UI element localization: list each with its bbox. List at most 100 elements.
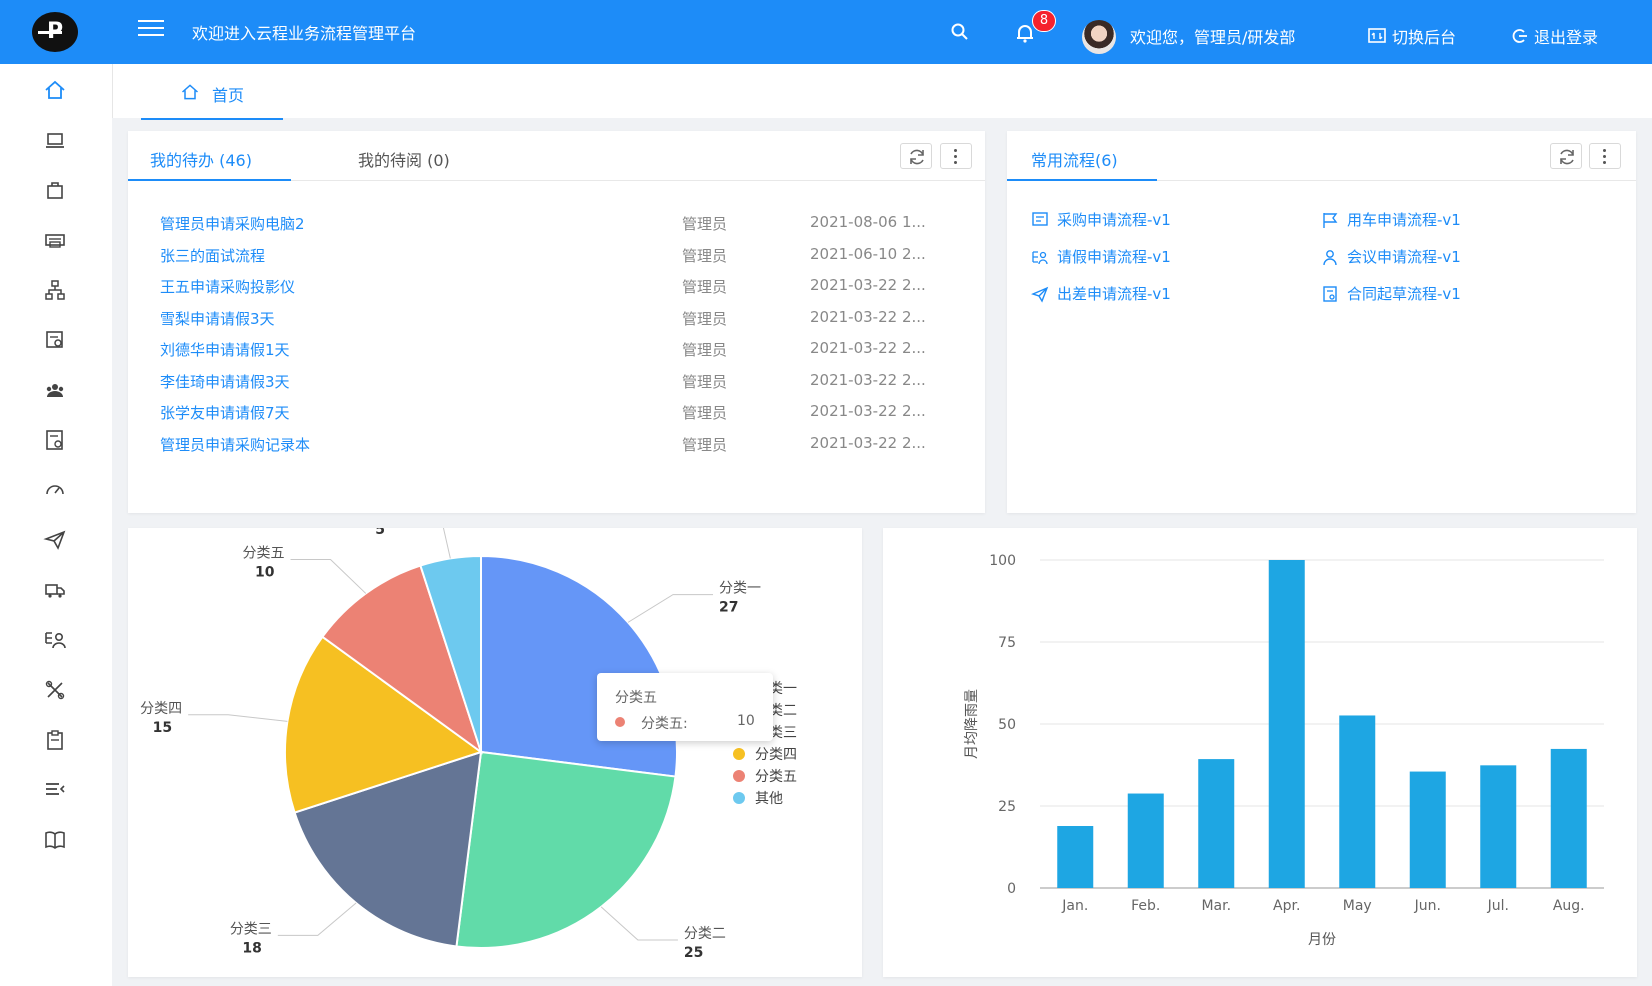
y-tick-label: 100 bbox=[989, 553, 1016, 569]
pie-label-value: 10 bbox=[255, 564, 275, 580]
bar-chart-card: 0 25 50 75 100 Jan. Feb. Mar. Apr. May Jun. Jul. Aug… bbox=[883, 528, 1637, 977]
logout-icon bbox=[1512, 29, 1527, 43]
paper-plane-icon[interactable] bbox=[43, 528, 67, 552]
pie-label-name: 分类一 bbox=[719, 581, 761, 597]
todo-date: 2021-08-06 1... bbox=[810, 213, 926, 231]
form-icon[interactable] bbox=[43, 428, 67, 452]
todo-row[interactable]: 刘德华申请请假1天 管理员 2021-03-22 2... bbox=[160, 339, 940, 369]
bar[interactable] bbox=[1550, 748, 1587, 888]
todo-title[interactable]: 雪梨申请请假3天 bbox=[160, 308, 275, 329]
flow-item-label: 会议申请流程-v1 bbox=[1347, 248, 1461, 266]
refresh-button[interactable] bbox=[900, 143, 932, 169]
org-chart-icon[interactable] bbox=[43, 278, 67, 302]
flows-tabs: 常用流程(6) bbox=[1007, 131, 1636, 181]
flow-item-label: 采购申请流程-v1 bbox=[1057, 211, 1171, 229]
puzzle-icon[interactable] bbox=[43, 678, 67, 702]
legend-marker[interactable] bbox=[733, 770, 745, 782]
search-icon[interactable] bbox=[950, 22, 970, 42]
printer-icon[interactable] bbox=[43, 228, 67, 252]
todo-user: 管理员 bbox=[682, 435, 728, 454]
todo-title[interactable]: 管理员申请采购记录本 bbox=[160, 434, 310, 455]
legend-label[interactable]: 分类四 bbox=[755, 747, 797, 763]
logout-label: 退出登录 bbox=[1534, 28, 1599, 47]
menu-toggle-icon[interactable] bbox=[138, 18, 166, 42]
bar[interactable] bbox=[1339, 715, 1376, 888]
todo-row[interactable]: 张学友申请请假7天 管理员 2021-03-22 2... bbox=[160, 402, 940, 432]
tab-my-read[interactable]: 我的待阅 (0) bbox=[358, 147, 450, 171]
bar[interactable] bbox=[1480, 765, 1517, 888]
bar[interactable] bbox=[1268, 560, 1305, 888]
flow-item-contract[interactable]: 合同起草流程-v1 bbox=[1321, 283, 1461, 304]
todo-card: 我的待办 (46) 我的待阅 (0) 管理员申请采购电脑2 管理员 2021-08-… bbox=[128, 131, 985, 513]
y-tick-label: 25 bbox=[998, 799, 1016, 815]
search-doc-icon[interactable] bbox=[43, 328, 67, 352]
team-icon[interactable] bbox=[43, 378, 67, 402]
todo-row[interactable]: 李佳琦申请请假3天 管理员 2021-03-22 2... bbox=[160, 371, 940, 401]
flows-card: 常用流程(6) 采购申请流程-v1 用车申请流程-v1 请假申请流程-v1 会议… bbox=[1007, 131, 1636, 513]
x-tick-label: Jul. bbox=[1487, 898, 1509, 914]
more-button[interactable] bbox=[1589, 143, 1621, 169]
clipboard-icon[interactable] bbox=[43, 728, 67, 752]
x-tick-label: May bbox=[1343, 898, 1372, 914]
bar[interactable] bbox=[1409, 771, 1446, 888]
pie-label-name: 分类二 bbox=[684, 926, 726, 942]
tab-common-flows[interactable]: 常用流程(6) bbox=[1031, 147, 1118, 171]
todo-title[interactable]: 张学友申请请假7天 bbox=[160, 402, 290, 423]
flow-item-leave[interactable]: 请假申请流程-v1 bbox=[1031, 246, 1171, 267]
laptop-icon[interactable] bbox=[43, 128, 67, 152]
todo-title[interactable]: 管理员申请采购电脑2 bbox=[160, 213, 305, 234]
flow-item-car[interactable]: 用车申请流程-v1 bbox=[1321, 209, 1461, 230]
pie-slice[interactable] bbox=[455, 750, 677, 949]
more-button[interactable] bbox=[940, 143, 972, 169]
more-icon bbox=[954, 149, 958, 165]
bag-icon[interactable] bbox=[43, 178, 67, 202]
legend-label[interactable]: 分类五 bbox=[755, 769, 797, 785]
todo-row[interactable]: 张三的面试流程 管理员 2021-06-10 2... bbox=[160, 245, 940, 275]
truck-icon[interactable] bbox=[43, 578, 67, 602]
dashboard-icon[interactable] bbox=[43, 478, 67, 502]
list-icon[interactable] bbox=[43, 778, 67, 802]
switch-backend-button[interactable]: 切换后台 bbox=[1368, 24, 1456, 48]
flow-item-purchase[interactable]: 采购申请流程-v1 bbox=[1031, 209, 1171, 230]
people-icon[interactable] bbox=[43, 628, 67, 652]
pie-leader-line bbox=[600, 906, 678, 941]
book-icon[interactable] bbox=[43, 828, 67, 852]
home-icon[interactable] bbox=[43, 78, 67, 102]
todo-title[interactable]: 李佳琦申请请假3天 bbox=[160, 371, 290, 392]
x-tick-label: Apr. bbox=[1273, 898, 1300, 914]
tab-home-label: 首页 bbox=[211, 86, 244, 105]
flow-item-travel[interactable]: 出差申请流程-v1 bbox=[1031, 283, 1171, 304]
flow-item-label: 用车申请流程-v1 bbox=[1347, 211, 1461, 229]
todo-title[interactable]: 王五申请采购投影仪 bbox=[160, 276, 295, 297]
tab-active-underline bbox=[1007, 179, 1157, 181]
todo-title[interactable]: 刘德华申请请假1天 bbox=[160, 339, 290, 360]
todo-row[interactable]: 雪梨申请请假3天 管理员 2021-03-22 2... bbox=[160, 308, 940, 338]
legend-marker[interactable] bbox=[733, 748, 745, 760]
switch-icon bbox=[1368, 28, 1386, 43]
bar[interactable] bbox=[1057, 826, 1094, 888]
todo-title[interactable]: 张三的面试流程 bbox=[160, 245, 265, 266]
avatar[interactable] bbox=[1082, 20, 1116, 54]
todo-row[interactable]: 王五申请采购投影仪 管理员 2021-03-22 2... bbox=[160, 276, 940, 306]
tooltip-name: 分类五: bbox=[641, 716, 688, 732]
flow-item-meeting[interactable]: 会议申请流程-v1 bbox=[1321, 246, 1461, 267]
todo-row[interactable]: 管理员申请采购电脑2 管理员 2021-08-06 1... bbox=[160, 213, 940, 243]
welcome-text: 欢迎您，管理员/研发部 bbox=[1130, 28, 1296, 47]
todo-row[interactable]: 管理员申请采购记录本 管理员 2021-03-22 2... bbox=[160, 434, 940, 464]
pie-leader-line bbox=[290, 558, 367, 594]
pie-chart-card: 分类一27分类二25分类三18分类四15分类五10其他5分类一分类二分类三分类四… bbox=[128, 528, 862, 977]
logout-button[interactable]: 退出登录 bbox=[1512, 24, 1598, 48]
tab-bar: 首页 bbox=[112, 64, 1652, 120]
pie-leader-line bbox=[627, 594, 714, 623]
more-icon bbox=[1603, 149, 1607, 165]
tab-home[interactable]: 首页 bbox=[141, 78, 283, 120]
legend-marker[interactable] bbox=[733, 792, 745, 804]
legend-label[interactable]: 其他 bbox=[755, 791, 783, 807]
pie-slice[interactable] bbox=[480, 554, 678, 778]
bar[interactable] bbox=[1127, 793, 1164, 888]
tab-my-todo[interactable]: 我的待办 (46) bbox=[150, 147, 252, 171]
todo-user: 管理员 bbox=[682, 341, 728, 359]
refresh-button[interactable] bbox=[1550, 143, 1582, 169]
notification-badge: 8 bbox=[1032, 10, 1056, 32]
bar[interactable] bbox=[1198, 759, 1235, 888]
